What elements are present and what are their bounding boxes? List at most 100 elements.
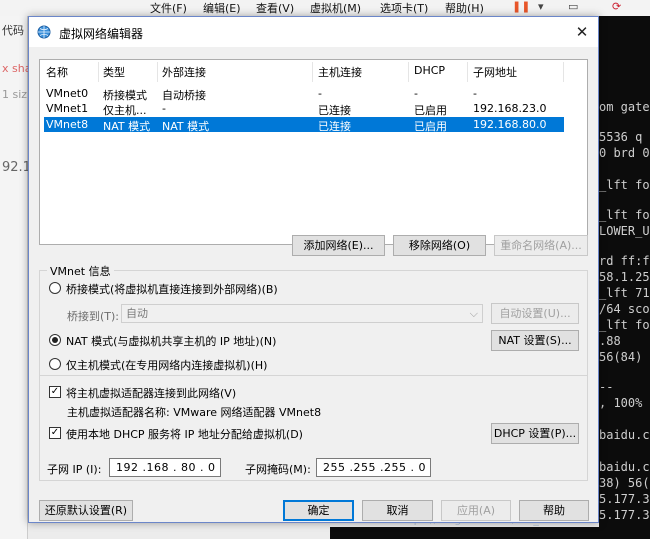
cell-subnet: 192.168.23.0 — [473, 102, 547, 115]
cell-host: 已连接 — [318, 120, 351, 133]
host-only-mode-radio[interactable] — [49, 358, 61, 370]
host-only-mode-label[interactable]: 仅主机模式(在专用网络内连接虚拟机)(H) — [66, 357, 267, 373]
background-terminal: om gate 5536 q 0 brd 0 _lft fo _lft fo L… — [599, 16, 650, 539]
bridge-mode-label[interactable]: 桥接模式(将虚拟机直接连接到外部网络)(B) — [66, 281, 278, 297]
terminal-line: 5536 q — [599, 130, 643, 144]
cell-name: VMnet8 — [46, 118, 89, 131]
subnet-ip-label: 子网 IP (I): — [47, 463, 102, 476]
column-header-external[interactable]: 外部连接 — [162, 64, 206, 82]
menu-vm[interactable]: 虚拟机(M) — [310, 0, 361, 16]
column-header-type[interactable]: 类型 — [103, 64, 125, 82]
terminal-line: 58.1.25 — [599, 270, 650, 284]
use-dhcp-label[interactable]: 使用本地 DHCP 服务将 IP 地址分配给虚拟机(D) — [66, 426, 303, 442]
dialog-titlebar[interactable]: 虚拟网络编辑器 ✕ — [29, 17, 598, 47]
cell-dhcp: - — [414, 87, 418, 100]
vmnet-info-title: VMnet 信息 — [47, 263, 114, 279]
bridge-to-select[interactable]: 自动 ⌵ — [121, 304, 483, 323]
terminal-line: LOWER_U — [599, 224, 650, 238]
cell-host: - — [318, 87, 322, 100]
nat-mode-radio[interactable] — [49, 334, 61, 346]
network-row[interactable]: VMnet0 桥接模式 自动桥接 - - - — [44, 86, 564, 102]
menu-tabs[interactable]: 选项卡(T) — [380, 0, 428, 16]
nat-mode-label[interactable]: NAT 模式(与虚拟机共享主机的 IP 地址)(N) — [66, 333, 276, 349]
cell-subnet: - — [473, 87, 477, 100]
refresh-icon[interactable]: ⟳ — [612, 0, 621, 13]
menu-help[interactable]: 帮助(H) — [445, 0, 484, 16]
use-dhcp-checkbox[interactable]: ✓ — [49, 427, 61, 439]
close-icon[interactable]: ✕ — [566, 17, 598, 47]
virtual-network-editor-dialog: 虚拟网络编辑器 ✕ 名称 类型 外部连接 主机连接 DHCP 子网地址 VMne… — [28, 16, 599, 523]
column-separator — [467, 62, 468, 82]
column-header-subnet[interactable]: 子网地址 — [473, 64, 517, 82]
terminal-line: _lft fo — [599, 208, 650, 222]
bridge-to-label: 桥接到(T): — [67, 310, 120, 323]
connect-adapter-label[interactable]: 将主机虚拟适配器连接到此网络(V) — [66, 385, 236, 401]
background-menubar: 文件(F) 编辑(E) 查看(V) 虚拟机(M) 选项卡(T) 帮助(H) ❚❚… — [0, 0, 650, 16]
cell-subnet: 192.168.80.0 — [473, 118, 547, 131]
column-header-dhcp[interactable]: DHCP — [414, 64, 445, 82]
dropdown-icon[interactable]: ▾ — [538, 0, 544, 13]
network-globe-icon — [37, 25, 51, 39]
column-header-name[interactable]: 名称 — [46, 64, 68, 82]
ok-button[interactable]: 确定 — [283, 500, 354, 521]
cell-external: - — [162, 102, 166, 115]
bg-text-fragment: 92.1 — [2, 160, 31, 175]
terminal-line: 5.177.3 — [599, 508, 650, 522]
terminal-line: _lft fo — [599, 318, 650, 332]
terminal-line: , 100% — [599, 396, 643, 410]
column-separator — [563, 62, 564, 82]
auto-settings-button[interactable]: 自动设置(U)... — [491, 303, 579, 324]
network-row-selected[interactable]: VMnet8 NAT 模式 NAT 模式 已连接 已启用 192.168.80.… — [44, 117, 564, 133]
terminal-line: 5.177.3 — [599, 492, 650, 506]
cell-type: 仅主机... — [103, 104, 147, 117]
terminal-line: baidu.c — [599, 428, 650, 442]
chevron-down-icon: ⌵ — [469, 307, 478, 320]
cell-host: 已连接 — [318, 104, 351, 117]
network-row[interactable]: VMnet1 仅主机... - 已连接 已启用 192.168.23.0 — [44, 101, 564, 117]
cell-external: NAT 模式 — [162, 120, 210, 133]
column-separator — [157, 62, 158, 82]
menu-view[interactable]: 查看(V) — [256, 0, 294, 16]
adapter-name-text: 主机虚拟适配器名称: VMware 网络适配器 VMnet8 — [67, 406, 322, 419]
column-header-host[interactable]: 主机连接 — [318, 64, 362, 82]
cell-name: VMnet0 — [46, 87, 89, 100]
subnet-mask-label: 子网掩码(M): — [245, 463, 311, 476]
terminal-line: _lft fo — [599, 178, 650, 192]
apply-button[interactable]: 应用(A) — [441, 500, 511, 521]
monitor-icon[interactable]: ▭ — [568, 0, 578, 13]
column-separator — [98, 62, 99, 82]
background-terminal-bottom — [330, 527, 650, 539]
terminal-line: 38) 56( — [599, 476, 650, 490]
menu-file[interactable]: 文件(F) — [150, 0, 187, 16]
pause-icon[interactable]: ❚❚ — [512, 0, 530, 13]
terminal-line: rd ff:f — [599, 254, 650, 268]
remove-network-button[interactable]: 移除网络(O) — [393, 235, 486, 256]
dialog-title: 虚拟网络编辑器 — [59, 27, 144, 41]
background-left-panel: 代码 x sha 1 siz 92.1 — [0, 16, 31, 539]
divider — [39, 375, 588, 376]
bridge-to-value: 自动 — [126, 307, 148, 320]
nat-settings-button[interactable]: NAT 设置(S)... — [491, 330, 579, 351]
dhcp-settings-button[interactable]: DHCP 设置(P)... — [491, 423, 579, 444]
cell-type: NAT 模式 — [103, 120, 151, 133]
connect-adapter-checkbox[interactable]: ✓ — [49, 386, 61, 398]
help-button[interactable]: 帮助 — [519, 500, 589, 521]
cancel-button[interactable]: 取消 — [362, 500, 433, 521]
terminal-line: 0 brd 0 — [599, 146, 650, 160]
column-separator — [408, 62, 409, 82]
restore-defaults-button[interactable]: 还原默认设置(R) — [39, 500, 133, 521]
terminal-line: /64 sco — [599, 302, 650, 316]
terminal-line: -- — [599, 380, 614, 394]
network-list[interactable]: 名称 类型 外部连接 主机连接 DHCP 子网地址 VMnet0 桥接模式 自动… — [39, 59, 588, 245]
terminal-line: 56(84) b — [599, 350, 650, 364]
subnet-mask-input[interactable]: 255 .255 .255 . 0 — [316, 458, 431, 477]
terminal-line: _lft 71 — [599, 286, 650, 300]
cell-dhcp: 已启用 — [414, 104, 447, 117]
bg-text-fragment: 1 siz — [2, 88, 28, 101]
subnet-ip-input[interactable]: 192 .168 . 80 . 0 — [109, 458, 221, 477]
menu-edit[interactable]: 编辑(E) — [203, 0, 241, 16]
cell-dhcp: 已启用 — [414, 120, 447, 133]
rename-network-button[interactable]: 重命名网络(A)... — [494, 235, 588, 256]
bridge-mode-radio[interactable] — [49, 282, 61, 294]
add-network-button[interactable]: 添加网络(E)... — [292, 235, 385, 256]
